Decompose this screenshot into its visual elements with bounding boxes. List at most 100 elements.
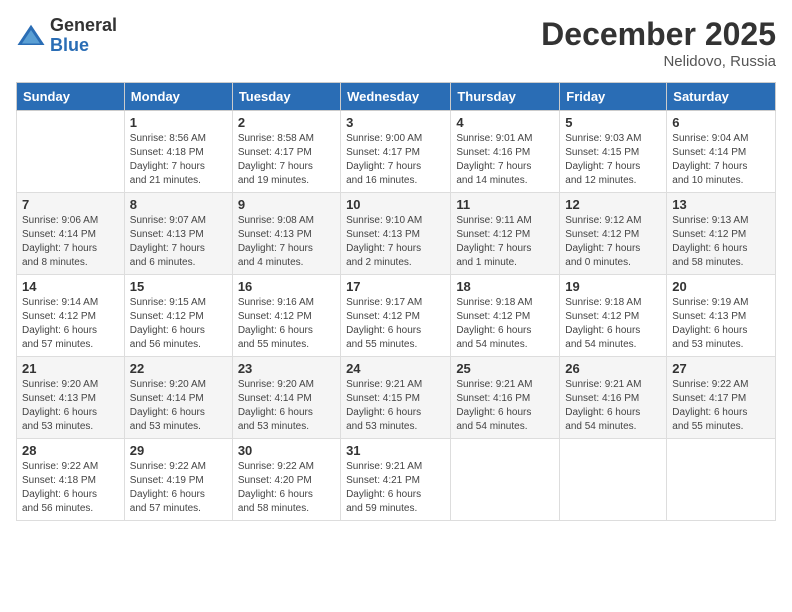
day-number: 28	[22, 443, 119, 458]
logo-icon	[16, 21, 46, 51]
day-info: Sunrise: 9:21 AM Sunset: 4:16 PM Dayligh…	[565, 378, 661, 434]
calendar-cell: 3 Sunrise: 9:00 AM Sunset: 4:17 PM Daylig…	[341, 111, 451, 193]
calendar-cell: 31 Sunrise: 9:21 AM Sunset: 4:21 PM Dayli…	[341, 439, 451, 521]
day-number: 19	[565, 279, 661, 294]
calendar-header-row: SundayMondayTuesdayWednesdayThursdayFrid…	[17, 83, 776, 111]
day-info: Sunrise: 9:20 AM Sunset: 4:13 PM Dayligh…	[22, 378, 119, 434]
day-info: Sunrise: 9:20 AM Sunset: 4:14 PM Dayligh…	[238, 378, 335, 434]
page-header: General Blue December 2025 Nelidovo, Rus…	[16, 16, 776, 70]
day-info: Sunrise: 8:56 AM Sunset: 4:18 PM Dayligh…	[130, 132, 227, 188]
day-info: Sunrise: 9:01 AM Sunset: 4:16 PM Dayligh…	[456, 132, 554, 188]
day-number: 9	[238, 197, 335, 212]
day-number: 3	[346, 115, 445, 130]
calendar-cell: 4 Sunrise: 9:01 AM Sunset: 4:16 PM Daylig…	[451, 111, 560, 193]
day-info: Sunrise: 9:14 AM Sunset: 4:12 PM Dayligh…	[22, 296, 119, 352]
calendar-cell: 29Sunrise: 9:22 AM Sunset: 4:19 PM Dayli…	[124, 439, 232, 521]
day-info: Sunrise: 9:15 AM Sunset: 4:12 PM Dayligh…	[130, 296, 227, 352]
day-info: Sunrise: 9:21 AM Sunset: 4:21 PM Dayligh…	[346, 460, 445, 516]
week-row-5: 28 Sunrise: 9:22 AM Sunset: 4:18 PM Dayli…	[17, 439, 776, 521]
day-number: 17	[346, 279, 445, 294]
day-number: 26	[565, 361, 661, 376]
week-row-1: 1 Sunrise: 8:56 AM Sunset: 4:18 PM Daylig…	[17, 111, 776, 193]
day-info: Sunrise: 9:22 AM Sunset: 4:19 PM Dayligh…	[130, 460, 227, 516]
day-number: 24	[346, 361, 445, 376]
week-row-3: 14 Sunrise: 9:14 AM Sunset: 4:12 PM Dayli…	[17, 275, 776, 357]
day-info: Sunrise: 9:21 AM Sunset: 4:15 PM Dayligh…	[346, 378, 445, 434]
calendar-cell: 16Sunrise: 9:16 AM Sunset: 4:12 PM Dayli…	[232, 275, 340, 357]
calendar-cell: 27Sunrise: 9:22 AM Sunset: 4:17 PM Dayli…	[667, 357, 776, 439]
calendar-cell	[17, 111, 125, 193]
logo-text: General Blue	[50, 16, 117, 56]
day-info: Sunrise: 9:21 AM Sunset: 4:16 PM Dayligh…	[456, 378, 554, 434]
calendar-cell: 2Sunrise: 8:58 AM Sunset: 4:17 PM Daylig…	[232, 111, 340, 193]
day-number: 25	[456, 361, 554, 376]
col-header-monday: Monday	[124, 83, 232, 111]
day-number: 1	[130, 115, 227, 130]
col-header-wednesday: Wednesday	[341, 83, 451, 111]
calendar-cell: 9 Sunrise: 9:08 AM Sunset: 4:13 PM Daylig…	[232, 193, 340, 275]
calendar-cell: 7 Sunrise: 9:06 AM Sunset: 4:14 PM Daylig…	[17, 193, 125, 275]
calendar-cell: 6Sunrise: 9:04 AM Sunset: 4:14 PM Daylig…	[667, 111, 776, 193]
day-info: Sunrise: 9:08 AM Sunset: 4:13 PM Dayligh…	[238, 214, 335, 270]
day-number: 22	[130, 361, 227, 376]
calendar-cell: 13 Sunrise: 9:13 AM Sunset: 4:12 PM Dayli…	[667, 193, 776, 275]
day-info: Sunrise: 9:22 AM Sunset: 4:18 PM Dayligh…	[22, 460, 119, 516]
day-info: Sunrise: 9:18 AM Sunset: 4:12 PM Dayligh…	[456, 296, 554, 352]
calendar-cell: 24 Sunrise: 9:21 AM Sunset: 4:15 PM Dayli…	[341, 357, 451, 439]
calendar-cell: 8 Sunrise: 9:07 AM Sunset: 4:13 PM Daylig…	[124, 193, 232, 275]
calendar-cell: 23Sunrise: 9:20 AM Sunset: 4:14 PM Dayli…	[232, 357, 340, 439]
calendar-cell: 10Sunrise: 9:10 AM Sunset: 4:13 PM Dayli…	[341, 193, 451, 275]
day-info: Sunrise: 9:22 AM Sunset: 4:17 PM Dayligh…	[672, 378, 770, 434]
calendar-cell: 19 Sunrise: 9:18 AM Sunset: 4:12 PM Dayli…	[560, 275, 667, 357]
day-info: Sunrise: 9:06 AM Sunset: 4:14 PM Dayligh…	[22, 214, 119, 270]
calendar-cell: 18 Sunrise: 9:18 AM Sunset: 4:12 PM Dayli…	[451, 275, 560, 357]
calendar-cell: 26 Sunrise: 9:21 AM Sunset: 4:16 PM Dayli…	[560, 357, 667, 439]
col-header-saturday: Saturday	[667, 83, 776, 111]
day-info: Sunrise: 9:18 AM Sunset: 4:12 PM Dayligh…	[565, 296, 661, 352]
calendar-table: SundayMondayTuesdayWednesdayThursdayFrid…	[16, 82, 776, 521]
day-info: Sunrise: 9:07 AM Sunset: 4:13 PM Dayligh…	[130, 214, 227, 270]
day-number: 2	[238, 115, 335, 130]
calendar-cell: 28 Sunrise: 9:22 AM Sunset: 4:18 PM Dayli…	[17, 439, 125, 521]
col-header-sunday: Sunday	[17, 83, 125, 111]
day-number: 20	[672, 279, 770, 294]
day-number: 12	[565, 197, 661, 212]
day-info: Sunrise: 9:12 AM Sunset: 4:12 PM Dayligh…	[565, 214, 661, 270]
day-info: Sunrise: 9:19 AM Sunset: 4:13 PM Dayligh…	[672, 296, 770, 352]
calendar-cell: 30Sunrise: 9:22 AM Sunset: 4:20 PM Dayli…	[232, 439, 340, 521]
day-info: Sunrise: 9:20 AM Sunset: 4:14 PM Dayligh…	[130, 378, 227, 434]
week-row-2: 7 Sunrise: 9:06 AM Sunset: 4:14 PM Daylig…	[17, 193, 776, 275]
day-number: 21	[22, 361, 119, 376]
day-info: Sunrise: 9:03 AM Sunset: 4:15 PM Dayligh…	[565, 132, 661, 188]
day-number: 4	[456, 115, 554, 130]
day-info: Sunrise: 9:22 AM Sunset: 4:20 PM Dayligh…	[238, 460, 335, 516]
calendar-cell: 5 Sunrise: 9:03 AM Sunset: 4:15 PM Daylig…	[560, 111, 667, 193]
day-number: 13	[672, 197, 770, 212]
day-number: 5	[565, 115, 661, 130]
calendar-cell: 14 Sunrise: 9:14 AM Sunset: 4:12 PM Dayli…	[17, 275, 125, 357]
day-number: 10	[346, 197, 445, 212]
calendar-cell: 12 Sunrise: 9:12 AM Sunset: 4:12 PM Dayli…	[560, 193, 667, 275]
calendar-cell: 11Sunrise: 9:11 AM Sunset: 4:12 PM Dayli…	[451, 193, 560, 275]
week-row-4: 21 Sunrise: 9:20 AM Sunset: 4:13 PM Dayli…	[17, 357, 776, 439]
calendar-cell: 22 Sunrise: 9:20 AM Sunset: 4:14 PM Dayli…	[124, 357, 232, 439]
day-number: 31	[346, 443, 445, 458]
title-block: December 2025 Nelidovo, Russia	[541, 16, 776, 70]
logo: General Blue	[16, 16, 117, 56]
day-number: 7	[22, 197, 119, 212]
day-info: Sunrise: 9:13 AM Sunset: 4:12 PM Dayligh…	[672, 214, 770, 270]
day-info: Sunrise: 9:17 AM Sunset: 4:12 PM Dayligh…	[346, 296, 445, 352]
day-info: Sunrise: 9:16 AM Sunset: 4:12 PM Dayligh…	[238, 296, 335, 352]
calendar-cell	[451, 439, 560, 521]
calendar-cell: 15Sunrise: 9:15 AM Sunset: 4:12 PM Dayli…	[124, 275, 232, 357]
col-header-tuesday: Tuesday	[232, 83, 340, 111]
day-number: 14	[22, 279, 119, 294]
calendar-cell: 25 Sunrise: 9:21 AM Sunset: 4:16 PM Dayli…	[451, 357, 560, 439]
day-info: Sunrise: 9:00 AM Sunset: 4:17 PM Dayligh…	[346, 132, 445, 188]
day-number: 11	[456, 197, 554, 212]
day-info: Sunrise: 9:04 AM Sunset: 4:14 PM Dayligh…	[672, 132, 770, 188]
col-header-friday: Friday	[560, 83, 667, 111]
day-number: 8	[130, 197, 227, 212]
day-number: 18	[456, 279, 554, 294]
calendar-cell: 1 Sunrise: 8:56 AM Sunset: 4:18 PM Daylig…	[124, 111, 232, 193]
